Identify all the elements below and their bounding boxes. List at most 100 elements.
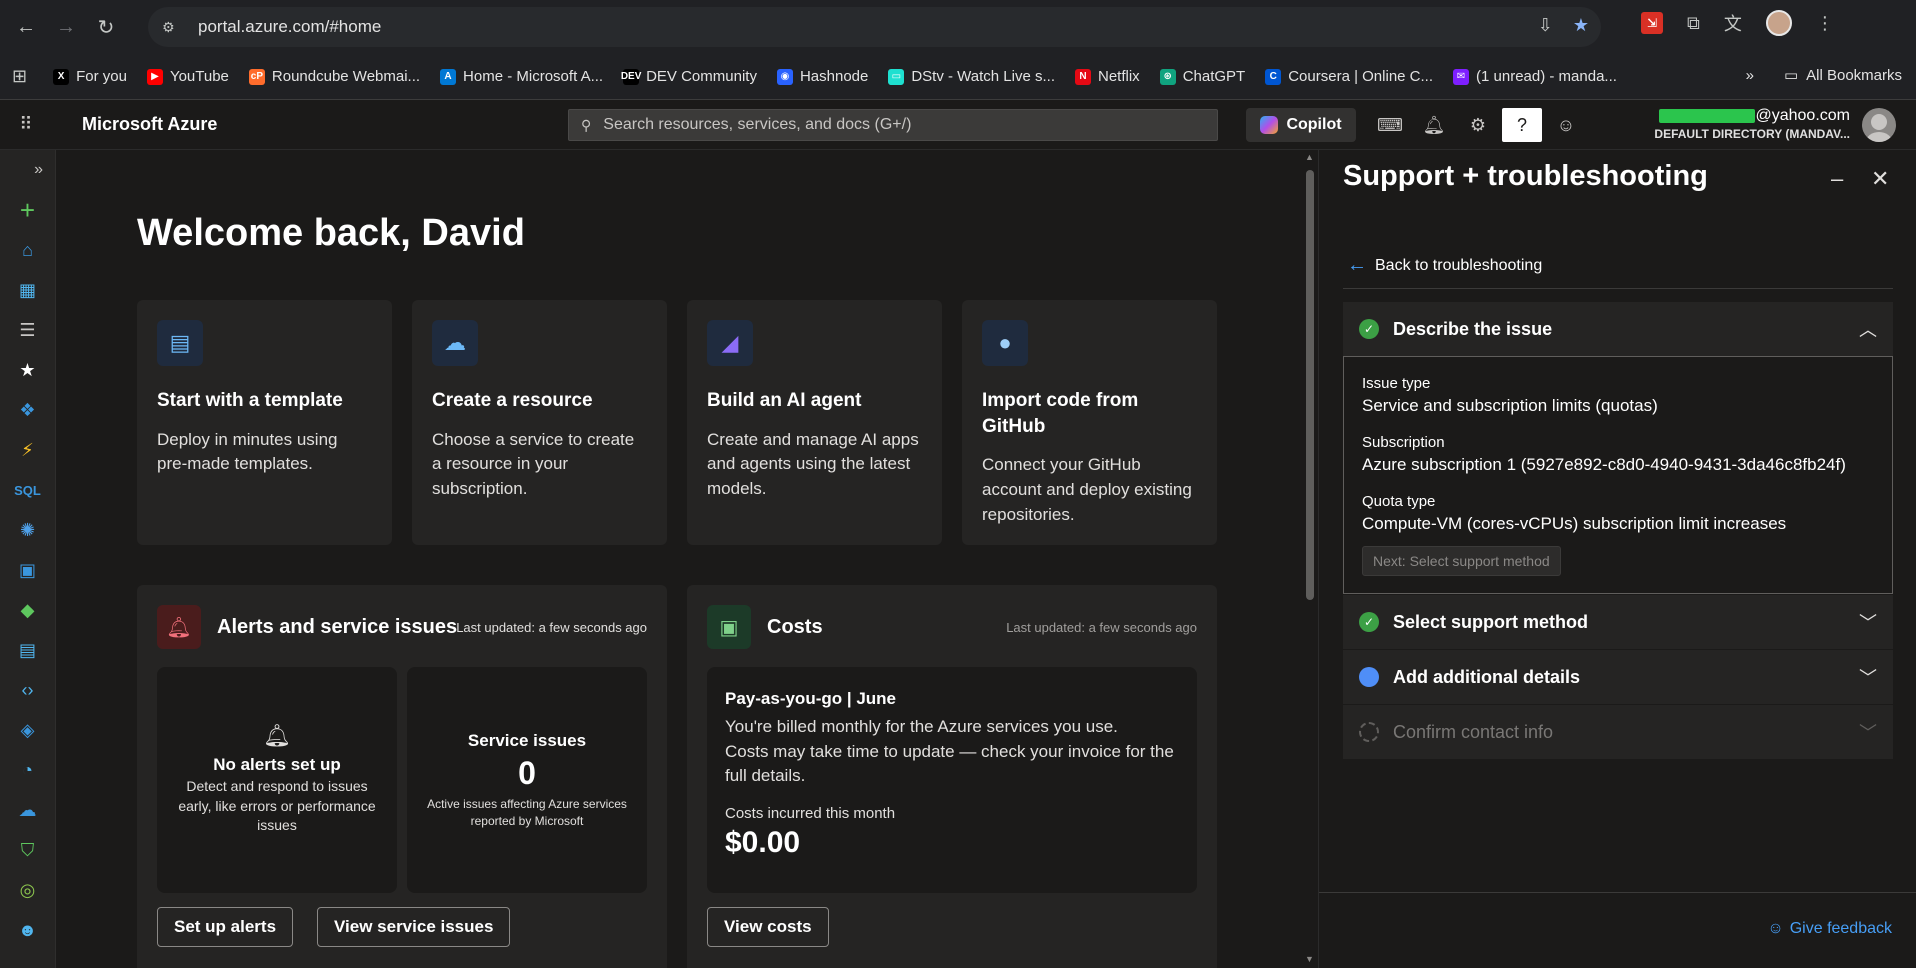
address-bar[interactable]: ⚙ portal.azure.com/#home ⇩ ★ bbox=[148, 7, 1601, 47]
scroll-down-icon[interactable]: ▼ bbox=[1305, 954, 1314, 964]
sql-database-icon[interactable]: SQL bbox=[0, 470, 55, 510]
scroll-thumb[interactable] bbox=[1306, 170, 1314, 600]
bookmark-item[interactable]: cP Roundcube Webmai... bbox=[248, 68, 420, 85]
dashboard-icon[interactable]: ▦ bbox=[0, 270, 55, 310]
costs-amount: $0.00 bbox=[725, 825, 801, 859]
card-create-resource[interactable]: ☁ Create a resource Choose a service to … bbox=[412, 300, 667, 545]
bookmark-item[interactable]: A Home - Microsoft A... bbox=[440, 68, 603, 85]
url-text[interactable]: portal.azure.com/#home bbox=[198, 17, 381, 37]
divider bbox=[1343, 288, 1893, 289]
bookmark-item[interactable]: ▶ YouTube bbox=[146, 68, 229, 85]
back-to-troubleshooting-link[interactable]: ← Back to troubleshooting bbox=[1347, 254, 1542, 277]
storage-accounts-icon[interactable]: ▤ bbox=[0, 630, 55, 670]
create-resource-icon[interactable]: + bbox=[0, 190, 55, 230]
defender-icon[interactable]: ⛉ bbox=[0, 830, 55, 870]
more-bookmarks-icon[interactable]: » bbox=[1746, 67, 1754, 84]
bookmark-item[interactable]: DEV DEV Community bbox=[621, 68, 757, 85]
install-app-icon[interactable]: ⇩ bbox=[1538, 15, 1553, 36]
favorites-star-icon[interactable]: ★ bbox=[0, 350, 55, 390]
reload-icon[interactable]: ↻ bbox=[86, 7, 126, 47]
copilot-icon bbox=[1260, 116, 1279, 134]
view-costs-button[interactable]: View costs bbox=[707, 907, 829, 947]
help-icon[interactable]: ? bbox=[1502, 108, 1542, 142]
global-search-input[interactable]: ⚲ Search resources, services, and docs (… bbox=[568, 109, 1218, 141]
cloud-shell-icon[interactable]: ⌨ bbox=[1370, 108, 1410, 142]
help-support-icon[interactable]: ☻ bbox=[0, 910, 55, 950]
pdf-extension-icon[interactable]: ⇲ bbox=[1641, 12, 1663, 34]
no-alerts-box: 🔔︎ No alerts set up Detect and respond t… bbox=[157, 667, 397, 893]
home-main-area: Welcome back, David ▤ Start with a templ… bbox=[56, 150, 1302, 968]
expand-menu-icon[interactable]: » bbox=[0, 150, 55, 190]
card-import-github[interactable]: ● Import code from GitHub Connect your G… bbox=[962, 300, 1217, 545]
notifications-bell-icon[interactable]: 🔔︎ bbox=[1414, 108, 1454, 142]
all-bookmarks-button[interactable]: ▭ All Bookmarks bbox=[1784, 66, 1902, 85]
search-icon: ⚲ bbox=[581, 116, 592, 133]
site-info-icon[interactable]: ⚙ bbox=[162, 19, 186, 36]
bookmark-item[interactable]: N Netflix bbox=[1075, 68, 1140, 85]
bookmark-item[interactable]: C Coursera | Online C... bbox=[1265, 68, 1433, 85]
check-circle-icon: ✓ bbox=[1359, 612, 1379, 632]
user-avatar[interactable] bbox=[1862, 108, 1896, 142]
monitor-icon[interactable]: ◔ bbox=[0, 750, 55, 790]
bookmarks-bar: ⊞ X For you ▶ YouTube cP Roundcube Webmai... A… bbox=[0, 54, 1916, 100]
profile-avatar[interactable] bbox=[1765, 10, 1792, 36]
no-alerts-title: No alerts set up bbox=[213, 755, 341, 774]
give-feedback-link[interactable]: ☺ Give feedback bbox=[1767, 920, 1892, 938]
costs-last-updated: Last updated: a few seconds ago bbox=[1006, 620, 1197, 635]
virtual-machines-icon[interactable]: ▣ bbox=[0, 550, 55, 590]
copilot-button[interactable]: Copilot bbox=[1246, 108, 1356, 142]
bookmark-item[interactable]: ▭ DStv - Watch Live s... bbox=[888, 68, 1055, 85]
settings-gear-icon[interactable]: ⚙ bbox=[1458, 108, 1498, 142]
feedback-icon[interactable]: ☺ bbox=[1546, 108, 1586, 142]
service-issues-box[interactable]: Service issues 0 Active issues affecting… bbox=[407, 667, 647, 893]
billing-note-1: You're billed monthly for the Azure serv… bbox=[725, 717, 1118, 736]
scroll-up-icon[interactable]: ▲ bbox=[1305, 152, 1314, 162]
advisor-icon[interactable]: ☁ bbox=[0, 790, 55, 830]
step-select-support-method[interactable]: ✓ Select support method ﹀ bbox=[1343, 595, 1893, 649]
setup-alerts-button[interactable]: Set up alerts bbox=[157, 907, 294, 947]
step-describe-issue[interactable]: ✓ Describe the issue ︿ bbox=[1343, 302, 1893, 356]
portal-menu-icon[interactable]: ⠿ bbox=[0, 114, 52, 135]
card-title: Import code from GitHub bbox=[982, 390, 1139, 437]
all-services-icon[interactable]: ☰ bbox=[0, 310, 55, 350]
bookmark-item[interactable]: X For you bbox=[53, 68, 127, 85]
home-icon[interactable]: ⌂ bbox=[0, 230, 55, 270]
account-info[interactable]: @yahoo.com DEFAULT DIRECTORY (MANDAV... bbox=[1646, 107, 1850, 141]
resource-groups-icon[interactable]: ❖ bbox=[0, 390, 55, 430]
bookmark-label: ChatGPT bbox=[1182, 68, 1246, 85]
minimize-icon[interactable]: – bbox=[1831, 166, 1843, 192]
yahoo-mail-icon: ✉ bbox=[1453, 68, 1470, 85]
step-add-details[interactable]: Add additional details ﹀ bbox=[1343, 650, 1893, 704]
translate-icon[interactable]: 文 bbox=[1724, 10, 1742, 36]
bookmark-item[interactable]: ✉ (1 unread) - manda... bbox=[1453, 68, 1617, 85]
view-service-issues-button[interactable]: View service issues bbox=[317, 907, 511, 947]
bookmark-star-icon[interactable]: ★ bbox=[1573, 15, 1589, 36]
card-title: Build an AI agent bbox=[707, 390, 862, 411]
virtual-networks-icon[interactable]: ‹› bbox=[0, 670, 55, 710]
dstv-icon: ▭ bbox=[888, 68, 905, 85]
feedback-person-icon: ☺ bbox=[1767, 920, 1784, 937]
cosmos-db-icon[interactable]: ✺ bbox=[0, 510, 55, 550]
close-icon[interactable]: ✕ bbox=[1871, 166, 1889, 192]
portal-title[interactable]: Microsoft Azure bbox=[82, 114, 217, 135]
chrome-menu-icon[interactable]: ⋮ bbox=[1816, 13, 1834, 34]
card-build-ai-agent[interactable]: ◢ Build an AI agent Create and manage AI… bbox=[687, 300, 942, 545]
forward-arrow-icon[interactable]: → bbox=[46, 7, 86, 47]
quota-type-value: Compute-VM (cores-vCPUs) subscription li… bbox=[1362, 514, 1787, 533]
next-select-support-method-button[interactable]: Next: Select support method bbox=[1362, 546, 1561, 576]
bookmark-label: Home - Microsoft A... bbox=[463, 68, 604, 85]
function-app-icon[interactable]: ⚡ bbox=[0, 430, 55, 470]
apps-grid-icon[interactable]: ⊞ bbox=[12, 66, 27, 87]
cost-management-icon[interactable]: ◎ bbox=[0, 870, 55, 910]
load-balancer-icon[interactable]: ◆ bbox=[0, 590, 55, 630]
issue-details: Issue type Service and subscription limi… bbox=[1343, 356, 1893, 594]
main-scrollbar[interactable]: ▲ ▼ bbox=[1302, 150, 1318, 968]
entra-id-icon[interactable]: ◈ bbox=[0, 710, 55, 750]
back-arrow-icon[interactable]: ← bbox=[6, 7, 46, 47]
extensions-puzzle-icon[interactable]: ⧉ bbox=[1687, 13, 1700, 34]
chevron-down-icon: ﹀ bbox=[1859, 613, 1877, 633]
left-sidebar: » + ⌂ ▦ ☰ ★ ❖ ⚡ SQL ✺ ▣ ◆ ▤ ‹› ◈ ◔ ☁ ⛉ ◎… bbox=[0, 150, 56, 968]
bookmark-item[interactable]: ⊛ ChatGPT bbox=[1159, 68, 1246, 85]
bookmark-item[interactable]: ◉ Hashnode bbox=[776, 68, 868, 85]
card-start-template[interactable]: ▤ Start with a template Deploy in minute… bbox=[137, 300, 392, 545]
